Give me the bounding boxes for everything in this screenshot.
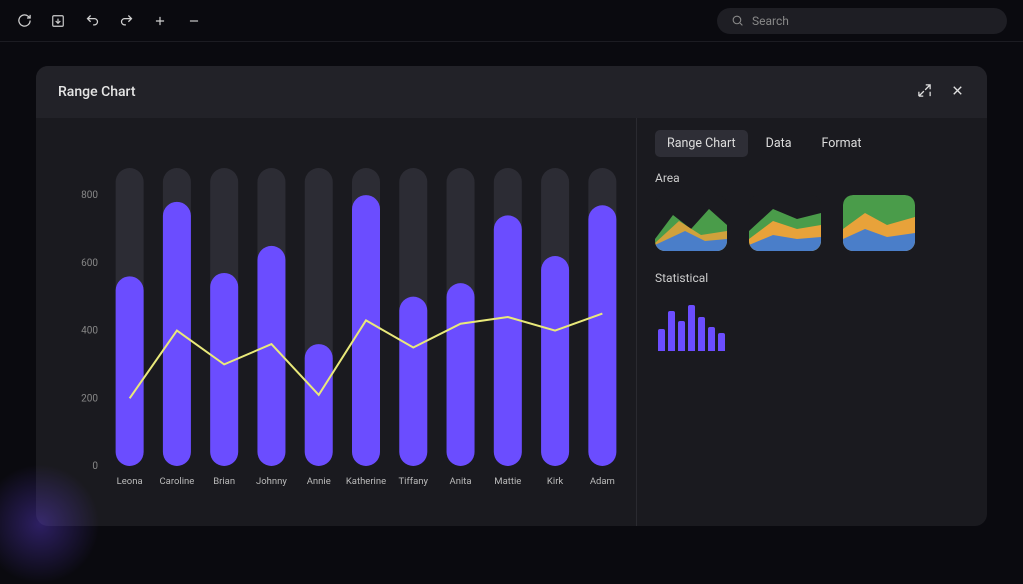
svg-text:Annie: Annie	[307, 476, 331, 487]
svg-text:600: 600	[81, 258, 98, 269]
undo-icon[interactable]	[84, 13, 100, 29]
svg-text:Anita: Anita	[450, 476, 472, 487]
svg-text:Caroline: Caroline	[160, 476, 195, 487]
svg-text:Katherine: Katherine	[346, 476, 386, 487]
svg-text:200: 200	[81, 393, 98, 404]
area-thumb-2[interactable]	[749, 195, 821, 251]
area-thumb-1[interactable]	[655, 195, 727, 251]
statistical-thumbnails	[655, 295, 969, 351]
top-toolbar: Search	[0, 0, 1023, 42]
search-input[interactable]: Search	[717, 8, 1007, 34]
close-icon[interactable]	[950, 83, 965, 102]
range-chart-svg: 0 200 400 600 800 Leona Caroline Brian Johnny Ann…	[36, 118, 636, 526]
search-placeholder: Search	[752, 14, 789, 28]
svg-text:Leona: Leona	[117, 476, 143, 487]
redo-icon[interactable]	[118, 13, 134, 29]
tab-format[interactable]: Format	[810, 130, 874, 157]
options-sidebar: Range Chart Data Format Area Statistical	[637, 118, 987, 526]
refresh-icon[interactable]	[16, 13, 32, 29]
chart-card: Range Chart 0 200 400 600 800 Leona Caroline Br…	[36, 66, 987, 526]
area-thumb-3[interactable]	[843, 195, 915, 251]
statistical-thumb-1[interactable]	[655, 295, 727, 351]
svg-text:Mattie: Mattie	[494, 476, 521, 487]
card-title: Range Chart	[58, 84, 136, 100]
expand-icon[interactable]	[917, 83, 932, 102]
remove-icon[interactable]	[186, 13, 202, 29]
save-icon[interactable]	[50, 13, 66, 29]
tab-strip: Range Chart Data Format	[655, 130, 969, 157]
tab-range-chart[interactable]: Range Chart	[655, 130, 748, 157]
svg-text:Brian: Brian	[213, 476, 235, 487]
section-area-label: Area	[655, 171, 969, 185]
search-icon	[731, 14, 744, 27]
svg-text:Johnny: Johnny	[256, 476, 287, 487]
svg-text:400: 400	[81, 326, 98, 337]
add-icon[interactable]	[152, 13, 168, 29]
chart-area: 0 200 400 600 800 Leona Caroline Brian Johnny Ann…	[36, 118, 637, 526]
svg-text:Adam: Adam	[590, 476, 615, 487]
svg-text:800: 800	[81, 190, 98, 201]
card-header: Range Chart	[36, 66, 987, 118]
svg-text:Kirk: Kirk	[547, 476, 563, 487]
svg-text:0: 0	[92, 461, 98, 472]
section-statistical-label: Statistical	[655, 271, 969, 285]
area-thumbnails	[655, 195, 969, 251]
tab-data[interactable]: Data	[754, 130, 804, 157]
svg-text:Tiffany: Tiffany	[399, 476, 429, 487]
